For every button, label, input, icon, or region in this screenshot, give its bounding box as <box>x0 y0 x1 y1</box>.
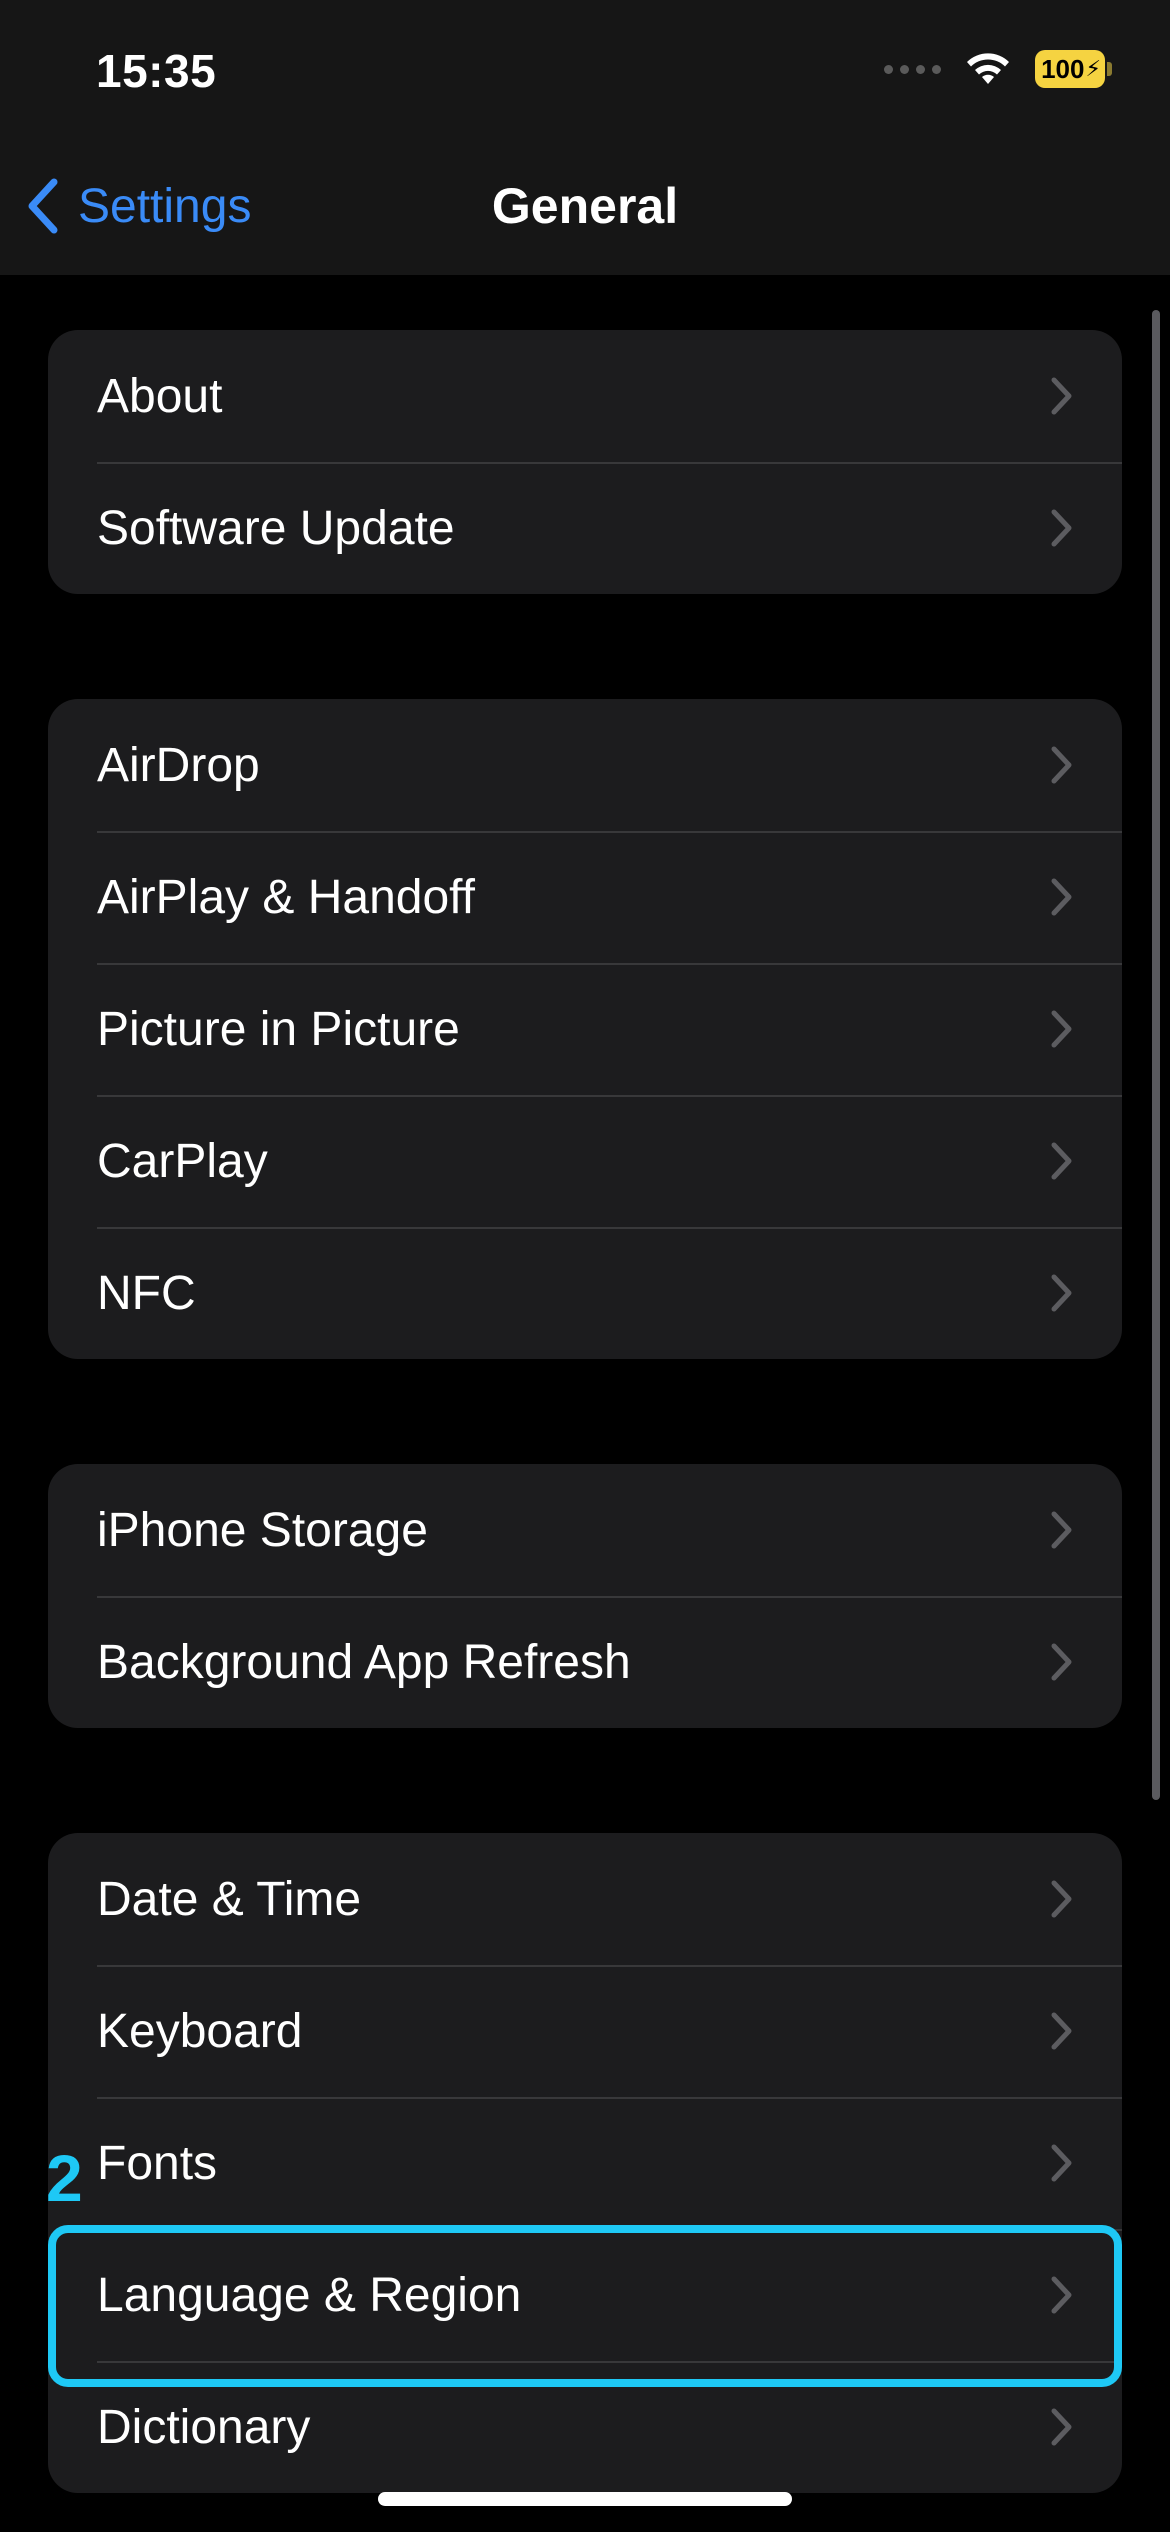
row-label: Dictionary <box>97 2400 311 2454</box>
battery-icon: 100 ⚡ <box>1035 50 1112 88</box>
settings-row-software-update[interactable]: Software Update <box>48 462 1122 594</box>
settings-group-1: About Software Update <box>48 330 1122 594</box>
chevron-right-icon <box>1051 1643 1072 1681</box>
settings-group-2: AirDrop AirPlay & Handoff Picture in Pic… <box>48 699 1122 1359</box>
settings-row-airdrop[interactable]: AirDrop <box>48 699 1122 831</box>
row-label: iPhone Storage <box>97 1503 428 1557</box>
row-label: Background App Refresh <box>97 1635 631 1689</box>
row-label: Keyboard <box>97 2004 303 2058</box>
battery-level: 100 <box>1041 53 1085 84</box>
back-button-label: Settings <box>78 179 252 233</box>
settings-row-fonts[interactable]: Fonts <box>48 2097 1122 2229</box>
chevron-right-icon <box>1051 1010 1072 1048</box>
chevron-right-icon <box>1051 509 1072 547</box>
header: 15:35 100 ⚡ Settings General <box>0 0 1170 275</box>
settings-group-3: iPhone Storage Background App Refresh <box>48 1464 1122 1728</box>
row-label: Date & Time <box>97 1872 362 1926</box>
settings-row-dictionary[interactable]: Dictionary <box>48 2361 1122 2493</box>
row-label: AirPlay & Handoff <box>97 870 475 924</box>
chevron-left-icon <box>28 178 58 234</box>
chevron-right-icon <box>1051 2012 1072 2050</box>
chevron-right-icon <box>1051 746 1072 784</box>
row-label: Fonts <box>97 2136 218 2190</box>
back-button[interactable]: Settings <box>24 170 251 242</box>
status-time: 15:35 <box>96 45 217 97</box>
settings-row-background-app-refresh[interactable]: Background App Refresh <box>48 1596 1122 1728</box>
chevron-right-icon <box>1051 2276 1072 2314</box>
settings-row-nfc[interactable]: NFC <box>48 1227 1122 1359</box>
settings-group-4: Date & Time Keyboard Fonts Language & Re… <box>48 1833 1122 2493</box>
settings-row-keyboard[interactable]: Keyboard <box>48 1965 1122 2097</box>
chevron-right-icon <box>1051 1880 1072 1918</box>
settings-general-screen: 15:35 100 ⚡ Settings General About Softw… <box>0 0 1170 2532</box>
home-indicator[interactable] <box>378 2492 792 2506</box>
row-label: NFC <box>97 1266 196 1320</box>
chevron-right-icon <box>1051 2144 1072 2182</box>
row-label: CarPlay <box>97 1134 268 1188</box>
settings-row-airplay-handoff[interactable]: AirPlay & Handoff <box>48 831 1122 963</box>
settings-row-picture-in-picture[interactable]: Picture in Picture <box>48 963 1122 1095</box>
settings-row-iphone-storage[interactable]: iPhone Storage <box>48 1464 1122 1596</box>
row-label: AirDrop <box>97 738 260 792</box>
chevron-right-icon <box>1051 2408 1072 2446</box>
settings-row-about[interactable]: About <box>48 330 1122 462</box>
chevron-right-icon <box>1051 1511 1072 1549</box>
row-label: Software Update <box>97 501 455 555</box>
status-icons: 100 ⚡ <box>884 50 1112 88</box>
annotation-step-number: 2 <box>46 2141 83 2215</box>
wifi-icon <box>963 50 1013 88</box>
settings-row-language-region[interactable]: Language & Region <box>48 2229 1122 2361</box>
settings-row-date-time[interactable]: Date & Time <box>48 1833 1122 1965</box>
cellular-signal-icon <box>884 64 941 74</box>
row-label: Picture in Picture <box>97 1002 460 1056</box>
row-label: Language & Region <box>97 2268 522 2322</box>
chevron-right-icon <box>1051 878 1072 916</box>
chevron-right-icon <box>1051 1142 1072 1180</box>
chevron-right-icon <box>1051 377 1072 415</box>
settings-row-carplay[interactable]: CarPlay <box>48 1095 1122 1227</box>
chevron-right-icon <box>1051 1274 1072 1312</box>
charging-bolt-icon: ⚡ <box>1085 56 1101 81</box>
row-label: About <box>97 369 223 423</box>
scrollbar[interactable] <box>1152 310 1160 1800</box>
